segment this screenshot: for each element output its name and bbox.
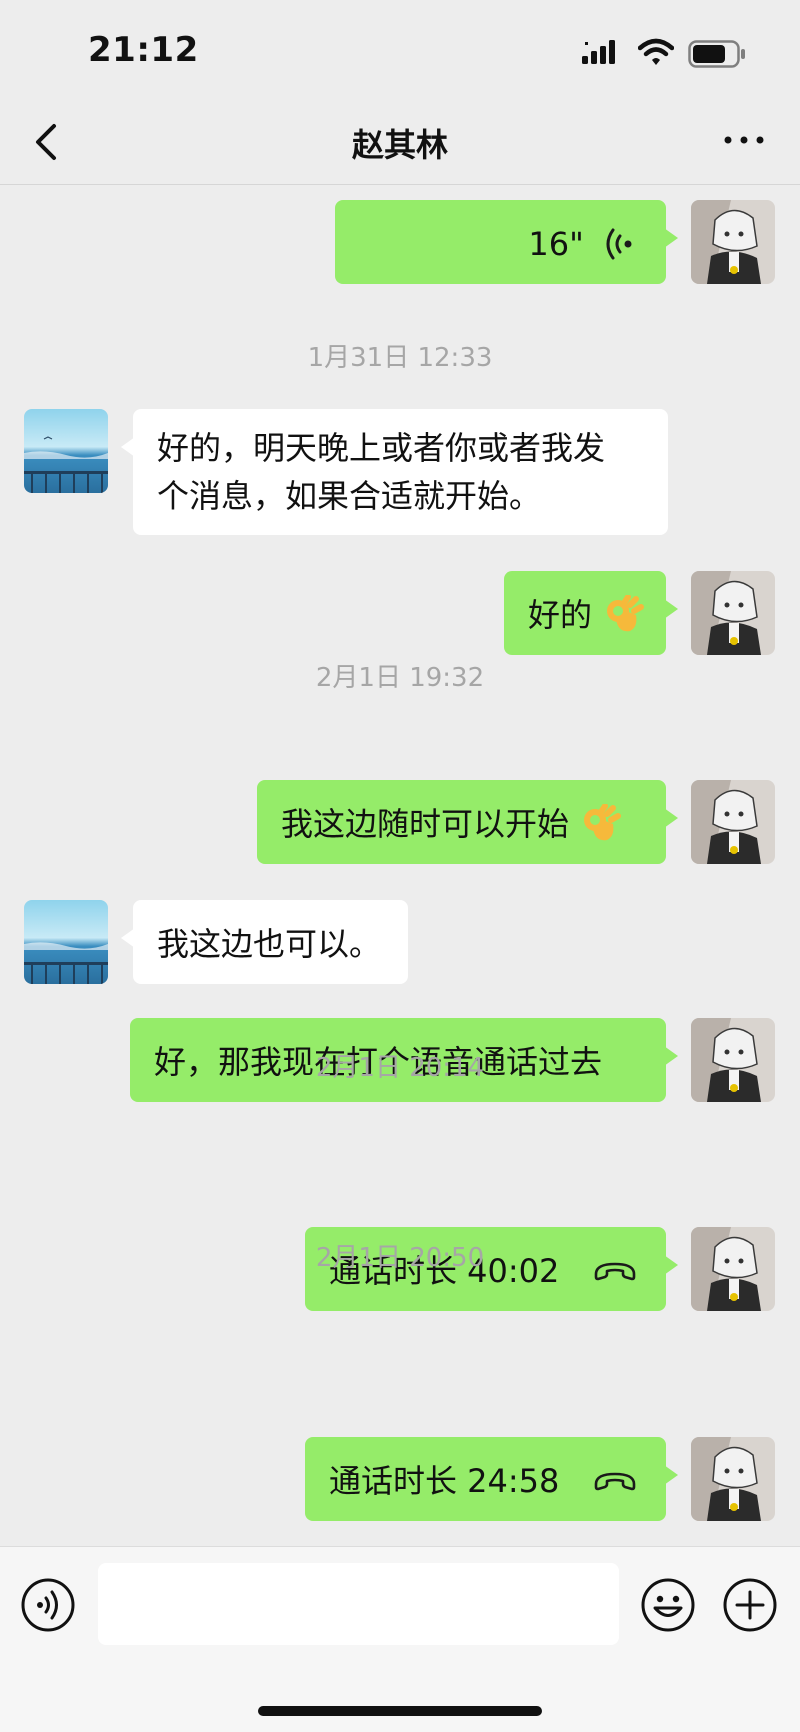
contact-avatar[interactable] xyxy=(24,409,108,493)
message-text: 好的 xyxy=(528,596,593,634)
status-bar: 21:12 xyxy=(0,0,800,100)
status-time: 21:12 xyxy=(88,30,199,70)
message-timestamp: 1月31日 12:33 xyxy=(307,343,493,373)
voice-duration: 16" xyxy=(528,225,584,263)
input-bar xyxy=(0,1546,800,1732)
wifi-icon xyxy=(638,38,674,65)
message-text-line: 个消息，如果合适就开始。 xyxy=(157,477,542,515)
message-timestamp: 2月1日 20:50 xyxy=(315,1243,485,1273)
self-avatar[interactable] xyxy=(691,200,775,284)
message-timestamp: 2月1日 20:14 xyxy=(315,1053,485,1083)
call-duration-text: 通话时长 24:58 xyxy=(329,1462,560,1500)
message-list[interactable]: 16" 1月31日 12:33 好的，明天晚上或者你或者我发 个消息，如果合适就… xyxy=(0,185,800,1545)
battery-icon xyxy=(688,40,745,68)
ok-hand-emoji xyxy=(584,804,622,841)
emoji-picker-icon[interactable] xyxy=(640,1577,696,1633)
cellular-signal-icon xyxy=(582,40,615,64)
more-options-icon[interactable] xyxy=(722,130,766,150)
phone-hangup-icon xyxy=(594,1472,635,1491)
self-avatar[interactable] xyxy=(691,571,775,655)
home-indicator xyxy=(258,1706,542,1716)
self-message-bubble[interactable]: 我这边随时可以开始 xyxy=(257,780,678,864)
message-input[interactable] xyxy=(98,1563,619,1645)
peer-message-bubble[interactable]: 好的，明天晚上或者你或者我发 个消息，如果合适就开始。 xyxy=(121,409,668,535)
self-avatar[interactable] xyxy=(691,1437,775,1521)
message-text-line: 好的，明天晚上或者你或者我发 xyxy=(157,429,606,467)
chat-title: 赵其林 xyxy=(351,126,448,164)
ok-hand-emoji xyxy=(607,595,645,632)
call-record-bubble[interactable]: 通话时长 24:58 xyxy=(305,1437,678,1521)
message-text: 我这边随时可以开始 xyxy=(281,805,570,843)
contact-avatar[interactable] xyxy=(24,900,108,984)
self-avatar[interactable] xyxy=(691,780,775,864)
more-functions-plus-icon[interactable] xyxy=(722,1577,778,1633)
message-text: 我这边也可以。 xyxy=(157,925,382,963)
self-message-bubble[interactable]: 好的 xyxy=(504,571,678,655)
peer-message-bubble[interactable]: 我这边也可以。 xyxy=(121,900,408,984)
voice-input-icon[interactable] xyxy=(20,1577,76,1633)
voice-message-bubble[interactable]: 16" xyxy=(335,200,678,284)
chat-header: 赵其林 xyxy=(0,100,800,185)
voice-wave-icon xyxy=(606,228,632,260)
message-timestamp: 2月1日 19:32 xyxy=(315,663,485,693)
